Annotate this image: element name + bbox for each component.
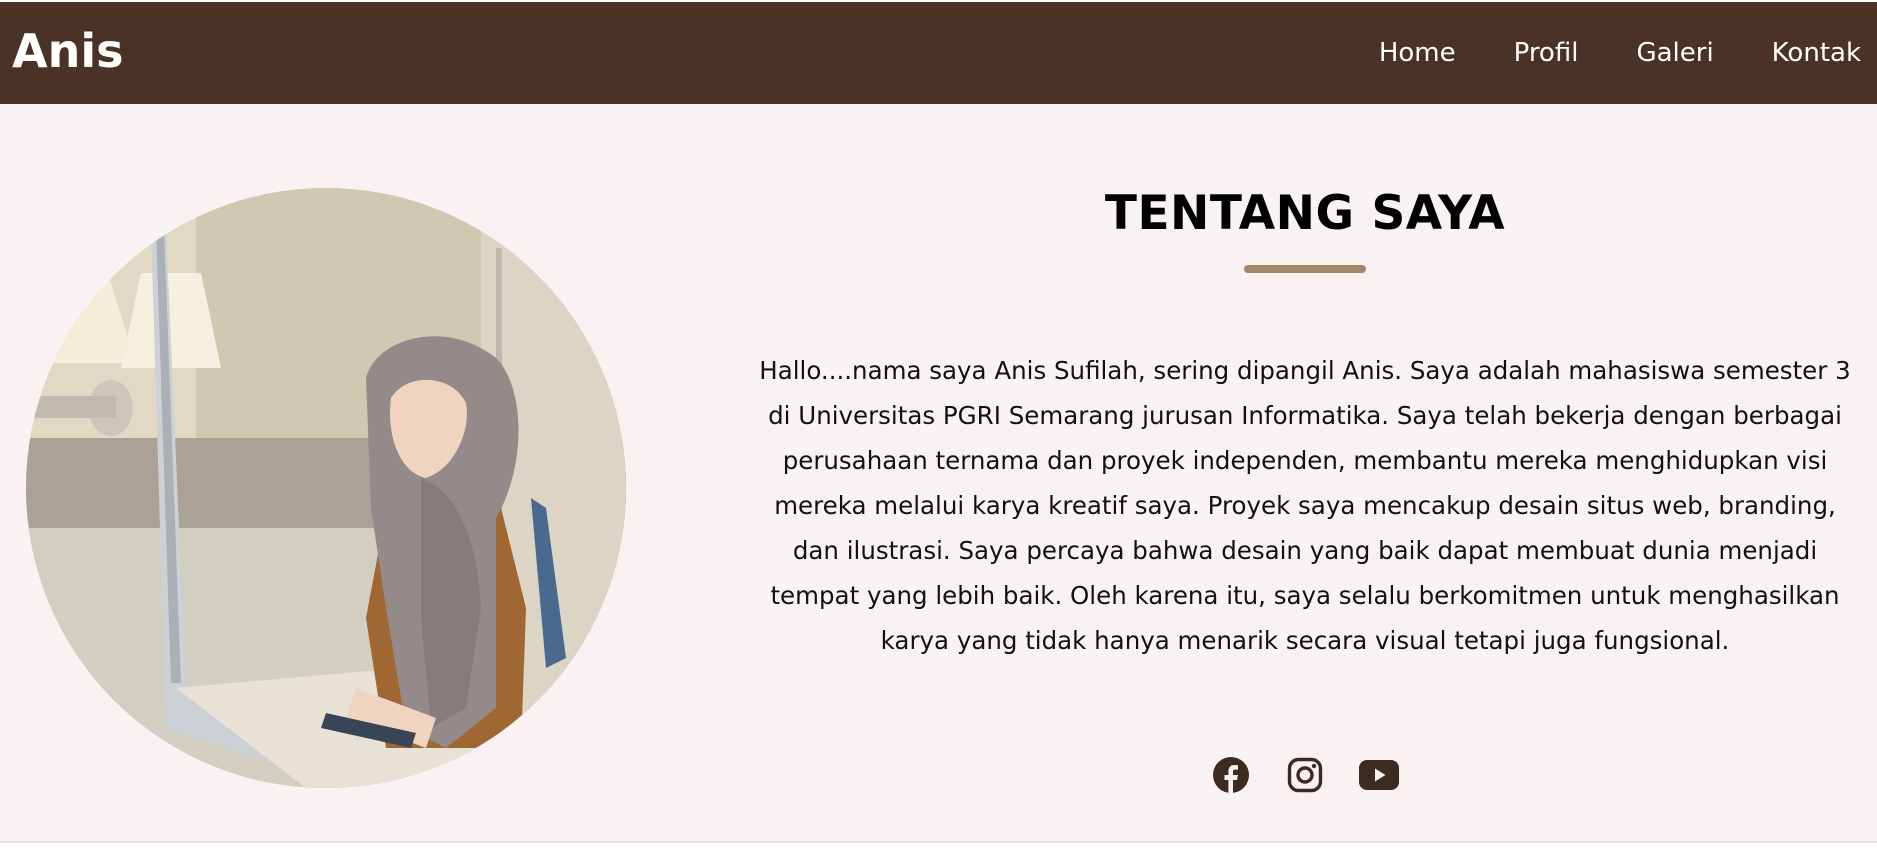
- nav-link-galeri[interactable]: Galeri: [1636, 40, 1713, 66]
- main-nav: Home Profil Galeri Kontak: [1379, 40, 1861, 66]
- instagram-icon: [1287, 757, 1323, 797]
- facebook-link[interactable]: [1212, 756, 1250, 798]
- nav-link-kontak[interactable]: Kontak: [1772, 40, 1861, 66]
- bio-text: Hallo....nama saya Anis Sufilah, sering …: [759, 356, 1851, 655]
- youtube-link[interactable]: [1359, 758, 1399, 796]
- profile-photo: [26, 188, 626, 788]
- about-content: TENTANG SAYA Hallo....nama saya Anis Suf…: [740, 104, 1870, 843]
- social-links: [740, 756, 1870, 798]
- nav-link-profil[interactable]: Profil: [1514, 40, 1579, 66]
- instagram-link[interactable]: [1286, 757, 1324, 797]
- page: Anis Home Profil Galeri Kontak TENTANG S…: [0, 0, 1877, 848]
- title-underline: [1244, 265, 1366, 273]
- navbar: Anis Home Profil Galeri Kontak: [0, 2, 1877, 104]
- section-title: TENTANG SAYA: [1104, 186, 1506, 241]
- about-section: TENTANG SAYA Hallo....nama saya Anis Suf…: [0, 104, 1877, 843]
- nav-link-home[interactable]: Home: [1379, 40, 1456, 66]
- youtube-icon: [1359, 760, 1399, 794]
- brand-logo[interactable]: Anis: [12, 28, 124, 74]
- facebook-icon: [1212, 756, 1250, 798]
